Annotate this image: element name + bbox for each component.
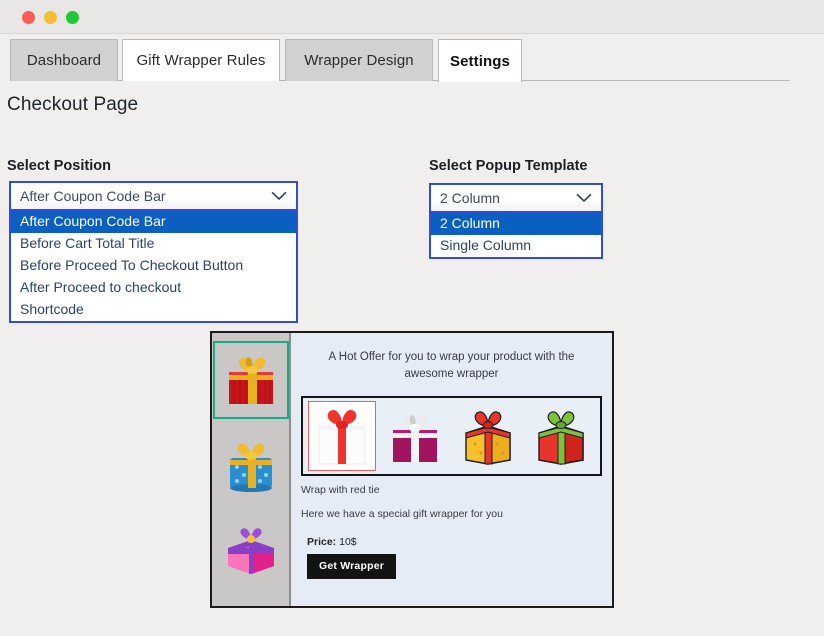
tab-gift-wrapper-rules-label: Gift Wrapper Rules (136, 52, 266, 69)
option-before-proceed-to-checkout-button[interactable]: Before Proceed To Checkout Button (11, 255, 296, 277)
select-popup-template-dropdown: 2 Column 2 Column Single Column (429, 183, 603, 259)
select-position-options: After Coupon Code Bar Before Cart Total … (9, 211, 298, 323)
price-label: Price: (307, 536, 337, 548)
gift-white-red-ribbon-icon (318, 409, 366, 465)
option-single-column[interactable]: Single Column (431, 235, 601, 257)
page-title: Checkout Page (7, 94, 139, 115)
gift-red-gold-icon (228, 357, 273, 404)
tab-bar: Dashboard Gift Wrapper Rules Wrapper Des… (0, 35, 824, 83)
wrapper-option-red-green-ribbon[interactable] (527, 401, 595, 471)
select-position-dropdown: After Coupon Code Bar After Coupon Code … (9, 181, 298, 323)
chevron-down-icon (576, 193, 592, 203)
thumbnail-gift-pink-purple[interactable] (213, 509, 289, 587)
wrapper-name: Wrap with red tie (301, 484, 380, 496)
wrapper-description: Here we have a special gift wrapper for … (301, 508, 503, 520)
tab-dashboard[interactable]: Dashboard (10, 39, 118, 81)
select-popup-template-box[interactable]: 2 Column (429, 183, 603, 213)
thumbnail-gift-red-gold[interactable] (212, 341, 289, 419)
gift-blue-gold-icon (229, 443, 272, 492)
wrapper-choices-row (301, 396, 602, 476)
tab-settings[interactable]: Settings (438, 39, 522, 82)
select-position-value: After Coupon Code Bar (20, 188, 166, 204)
option-shortcode[interactable]: Shortcode (11, 299, 296, 321)
get-wrapper-button[interactable]: Get Wrapper (307, 554, 397, 579)
tab-dashboard-label: Dashboard (26, 52, 102, 69)
gift-magenta-white-ribbon-icon (393, 415, 437, 462)
tab-wrapper-design[interactable]: Wrapper Design (285, 39, 433, 81)
select-popup-template-value: 2 Column (440, 190, 500, 206)
gift-pink-purple-icon (227, 528, 274, 574)
price-row: Price: 10$ (307, 536, 602, 548)
select-popup-template-options: 2 Column Single Column (429, 213, 603, 259)
option-2-column[interactable]: 2 Column (431, 213, 601, 235)
window-controls (22, 11, 79, 24)
title-bar (0, 0, 824, 34)
wrapper-option-magenta-white-ribbon[interactable] (381, 401, 449, 471)
tab-gift-wrapper-rules[interactable]: Gift Wrapper Rules (122, 39, 280, 81)
gift-red-green-ribbon-icon (538, 411, 584, 465)
gift-yellow-red-ribbon-icon (465, 411, 511, 465)
close-button[interactable] (22, 11, 35, 24)
maximize-button[interactable] (66, 11, 79, 24)
wrapper-option-white-red-ribbon[interactable] (308, 401, 376, 471)
tab-settings-label: Settings (450, 52, 510, 70)
select-position-label: Select Position (7, 158, 111, 174)
select-position-box[interactable]: After Coupon Code Bar (9, 181, 298, 211)
wrapper-option-yellow-red-ribbon[interactable] (454, 401, 522, 471)
offer-headline: A Hot Offer for you to wrap your product… (328, 351, 575, 380)
option-before-cart-total-title[interactable]: Before Cart Total Title (11, 233, 296, 255)
select-popup-template-label: Select Popup Template (429, 158, 588, 174)
chevron-down-icon (271, 191, 287, 201)
option-after-proceed-to-checkout[interactable]: After Proceed to checkout (11, 277, 296, 299)
tab-wrapper-design-label: Wrapper Design (304, 52, 414, 69)
minimize-button[interactable] (44, 11, 57, 24)
thumbnail-gift-blue-gold[interactable] (213, 425, 289, 503)
preview-main-column: A Hot Offer for you to wrap your product… (291, 333, 612, 606)
popup-preview-panel: A Hot Offer for you to wrap your product… (210, 331, 614, 608)
preview-thumbnail-sidebar (212, 333, 291, 606)
option-after-coupon-code-bar[interactable]: After Coupon Code Bar (11, 211, 296, 233)
price-value: 10$ (339, 536, 357, 548)
